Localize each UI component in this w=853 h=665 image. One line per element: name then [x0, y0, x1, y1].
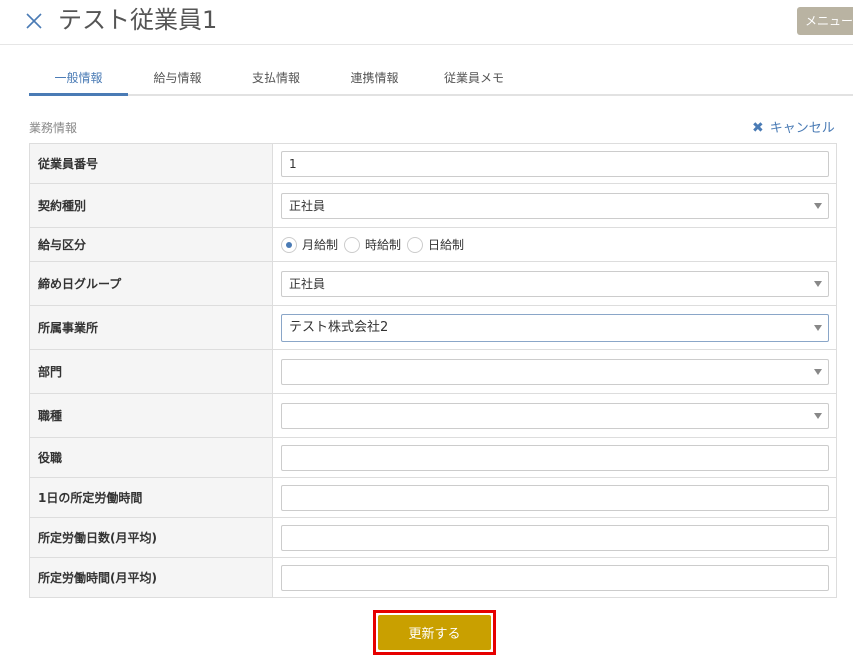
department-select[interactable] — [281, 358, 829, 385]
work-info-form: 従業員番号 1 契約種別 正社員 給与区分 月給制 時給制 日給制 締め日グルー… — [29, 143, 837, 598]
row-pay-type: 給与区分 月給制 時給制 日給制 — [30, 228, 836, 262]
tab-bar: 一般情報 給与情報 支払情報 連携情報 従業員メモ — [29, 62, 853, 96]
monthly-hours-label: 所定労働時間(月平均) — [30, 558, 273, 597]
monthly-hours-input[interactable] — [281, 564, 829, 591]
daily-hours-input[interactable] — [281, 484, 829, 511]
pay-type-option-label: 日給制 — [428, 238, 465, 252]
employee-number-label: 従業員番号 — [30, 144, 273, 183]
office-select[interactable]: テスト株式会社2 — [281, 313, 829, 342]
pay-type-option-label: 月給制 — [302, 238, 339, 252]
tab-salary[interactable]: 給与情報 — [128, 62, 227, 96]
row-office: 所属事業所 テスト株式会社2 — [30, 306, 836, 350]
closing-group-value: 正社員 — [289, 276, 326, 291]
pay-type-option-label: 時給制 — [365, 238, 402, 252]
tab-employee-memo[interactable]: 従業員メモ — [424, 62, 524, 96]
job-type-label: 職種 — [30, 394, 273, 437]
job-type-select[interactable] — [281, 402, 829, 429]
cancel-icon: ✖ — [752, 120, 764, 136]
row-department: 部門 — [30, 350, 836, 394]
row-daily-hours: 1日の所定労働時間 — [30, 478, 836, 518]
office-value: テスト株式会社2 — [289, 319, 389, 335]
tab-payment[interactable]: 支払情報 — [227, 62, 325, 96]
tab-general[interactable]: 一般情報 — [29, 62, 128, 96]
row-monthly-days: 所定労働日数(月平均) — [30, 518, 836, 558]
position-input[interactable] — [281, 444, 829, 471]
page-title: テスト従業員1 — [58, 6, 218, 34]
daily-hours-label: 1日の所定労働時間 — [30, 478, 273, 517]
contract-type-value: 正社員 — [289, 198, 326, 213]
chevron-down-icon — [814, 368, 822, 375]
row-position: 役職 — [30, 438, 836, 478]
pay-type-radio-daily[interactable] — [407, 236, 424, 253]
section-label: 業務情報 — [29, 121, 78, 135]
employee-number-input[interactable]: 1 — [281, 150, 829, 177]
submit-highlight: 更新する — [373, 610, 496, 655]
chevron-down-icon — [814, 324, 822, 331]
row-contract-type: 契約種別 正社員 — [30, 184, 836, 228]
closing-group-select[interactable]: 正社員 — [281, 270, 829, 297]
update-button[interactable]: 更新する — [378, 615, 491, 650]
chevron-down-icon — [814, 202, 822, 209]
pay-type-radio-monthly[interactable] — [281, 236, 297, 253]
department-label: 部門 — [30, 350, 273, 393]
page-header: テスト従業員1 メニュー — [0, 0, 853, 45]
row-monthly-hours: 所定労働時間(月平均) — [30, 558, 836, 598]
tab-integration[interactable]: 連携情報 — [325, 62, 424, 96]
cancel-label: キャンセル — [769, 121, 835, 136]
office-label: 所属事業所 — [30, 306, 273, 349]
cancel-button[interactable]: ✖ キャンセル — [752, 117, 835, 136]
position-label: 役職 — [30, 438, 273, 477]
closing-group-label: 締め日グループ — [30, 262, 273, 305]
pay-type-radio-group: 月給制 時給制 日給制 — [281, 236, 470, 253]
row-job-type: 職種 — [30, 394, 836, 438]
monthly-days-input[interactable] — [281, 524, 829, 551]
contract-type-label: 契約種別 — [30, 184, 273, 227]
contract-type-select[interactable]: 正社員 — [281, 192, 829, 219]
close-icon[interactable] — [24, 11, 44, 31]
pay-type-radio-hourly[interactable] — [344, 236, 361, 253]
chevron-down-icon — [814, 280, 822, 287]
row-closing-group: 締め日グループ 正社員 — [30, 262, 836, 306]
chevron-down-icon — [814, 412, 822, 419]
monthly-days-label: 所定労働日数(月平均) — [30, 518, 273, 557]
row-employee-number: 従業員番号 1 — [30, 144, 836, 184]
menu-button[interactable]: メニュー — [797, 7, 853, 35]
pay-type-label: 給与区分 — [30, 228, 273, 261]
